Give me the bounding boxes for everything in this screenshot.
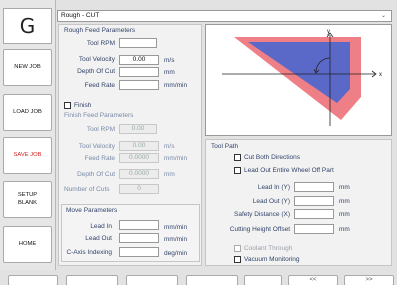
finish-feed-label: Feed Rate [84, 155, 115, 162]
save-job-button[interactable]: SAVE JOB [3, 137, 52, 174]
safety-distance-input[interactable] [294, 209, 334, 219]
bottom-button-1[interactable] [8, 275, 58, 285]
rough-feed-title: Rough Feed Parameters [64, 27, 136, 34]
lead-in-unit: mm/min [164, 224, 188, 231]
app-logo: G [3, 8, 52, 44]
finish-depth-input[interactable]: 0.0000 [119, 169, 159, 179]
safety-distance-unit: mm [339, 211, 350, 218]
sidebar: G NEW JOB LOAD JOB SAVE JOB SETUP BLANK … [0, 0, 56, 285]
rough-feed-unit: mm/min [164, 82, 188, 89]
bottom-button-4[interactable] [186, 275, 238, 285]
caxis-unit: deg/min [164, 250, 188, 257]
load-job-button[interactable]: LOAD JOB [3, 94, 52, 131]
rough-tool-rpm-input[interactable] [119, 38, 157, 48]
logo-letter: G [19, 14, 36, 38]
cutting-height-label: Cutting Height Offset [229, 226, 290, 233]
lead-in-y-label: Lead In (Y) [257, 184, 290, 191]
lead-in-label: Lead In [90, 223, 112, 230]
rough-feed-label: Feed Rate [84, 82, 115, 89]
rough-depth-input[interactable] [119, 67, 159, 77]
safety-distance-label: Safety Distance (X) [234, 211, 290, 218]
previous-page-button[interactable]: << [288, 275, 338, 285]
chevron-down-icon: ⌄ [380, 13, 386, 19]
finish-tool-rpm-input[interactable]: 0.00 [119, 124, 157, 134]
tool-path-title: Tool Path [211, 143, 239, 150]
cut-both-directions-label: Cut Both Directions [244, 154, 300, 161]
home-button[interactable]: HOME [3, 226, 52, 263]
lead-out-unit: mm/min [164, 236, 188, 243]
workpiece-inner-shape [248, 42, 350, 103]
finish-depth-unit: mm [164, 171, 175, 178]
vacuum-monitoring-checkbox[interactable] [234, 256, 241, 263]
lead-out-y-unit: mm [339, 198, 350, 205]
move-parameters-title: Move Parameters [66, 207, 118, 214]
finish-tool-velocity-input[interactable]: 0.00 [119, 141, 159, 151]
finish-tool-velocity-label: Tool Velocity [78, 143, 115, 150]
finish-tool-rpm-label: Tool RPM [86, 126, 115, 133]
finish-feed-title: Finish Feed Parameters [64, 112, 134, 119]
next-page-button[interactable]: >> [344, 275, 394, 285]
lead-out-label: Lead Out [85, 235, 112, 242]
bottom-button-5[interactable] [244, 275, 282, 285]
coolant-through-checkbox[interactable] [234, 245, 241, 252]
finish-checkbox-label: Finish [74, 102, 92, 109]
lead-out-entire-wheel-checkbox[interactable] [234, 167, 241, 174]
finish-checkbox[interactable] [64, 102, 71, 109]
cut-type-select[interactable]: Rough - CUT ⌄ [57, 10, 392, 22]
cutting-height-unit: mm [339, 226, 350, 233]
rough-tool-velocity-input[interactable]: 0.00 [119, 55, 159, 65]
finish-velocity-unit: m/s [164, 143, 175, 150]
finish-feed-unit: mm/min [164, 155, 188, 162]
lead-out-y-label: Lead Out (Y) [252, 198, 290, 205]
toolpath-diagram: y x [205, 24, 392, 136]
lead-out-y-input[interactable] [294, 196, 334, 206]
caxis-input[interactable] [119, 247, 159, 257]
finish-depth-label: Depth Of Cut [77, 171, 115, 178]
finish-feed-input[interactable]: 0.0000 [119, 153, 159, 163]
bottom-button-3[interactable] [126, 275, 178, 285]
new-job-button[interactable]: NEW JOB [3, 49, 52, 86]
lead-in-y-unit: mm [339, 184, 350, 191]
y-axis-label: y [327, 29, 330, 35]
coolant-through-label: Coolant Through [244, 245, 293, 252]
toolpath-diagram-svg: y x [222, 29, 382, 126]
rough-depth-unit: mm [164, 69, 175, 76]
x-axis-label: x [379, 72, 382, 78]
rough-velocity-unit: m/s [164, 57, 175, 64]
caxis-label: C-Axis Indexing [66, 249, 112, 256]
finish-cuts-input[interactable]: 0 [119, 184, 159, 194]
bottom-button-2[interactable] [66, 275, 118, 285]
cut-both-directions-checkbox[interactable] [234, 154, 241, 161]
cut-type-selected: Rough - CUT [61, 12, 100, 19]
rough-tool-rpm-label: Tool RPM [86, 40, 115, 47]
lead-out-entire-wheel-label: Lead Out Entire Wheel Off Part [244, 167, 334, 174]
rough-feed-input[interactable] [119, 80, 159, 90]
cutting-height-input[interactable] [294, 224, 334, 234]
vacuum-monitoring-label: Vacuum Monitoring [244, 256, 300, 263]
finish-cuts-label: Number of Cuts [64, 186, 110, 193]
rough-tool-velocity-label: Tool Velocity [78, 56, 115, 63]
lead-out-input[interactable] [119, 233, 159, 243]
lead-in-input[interactable] [119, 220, 159, 230]
setup-blank-button[interactable]: SETUP BLANK [3, 181, 52, 218]
lead-in-y-input[interactable] [294, 182, 334, 192]
rough-depth-label: Depth Of Cut [77, 68, 115, 75]
